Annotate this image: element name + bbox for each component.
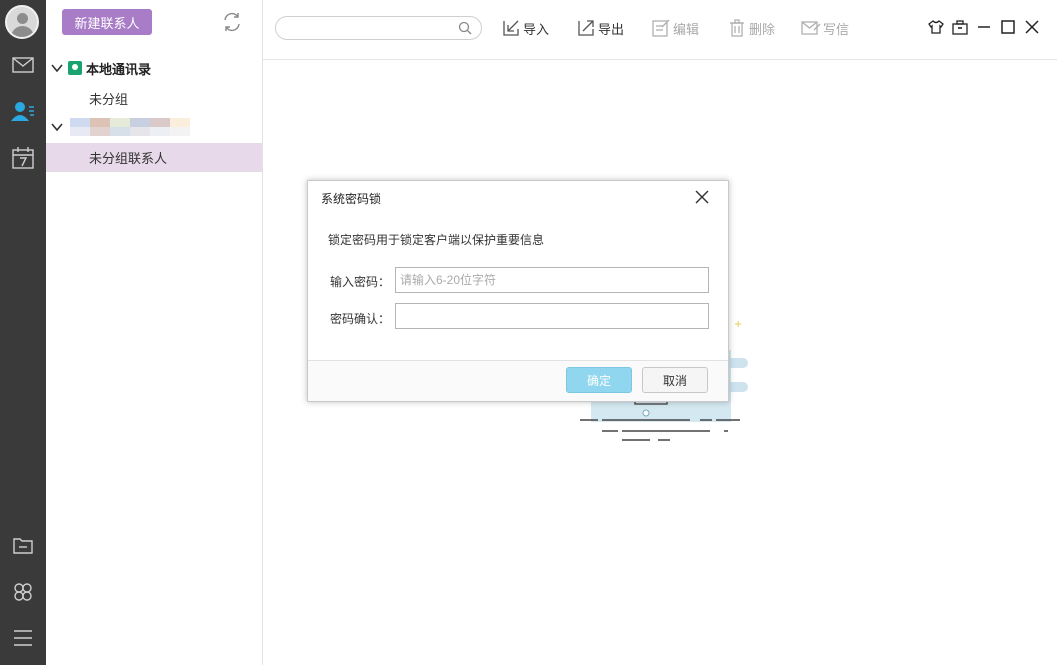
search-input[interactable] [286,17,456,39]
local-addressbook-row[interactable]: 本地通讯录 [46,54,262,82]
toolbar: 导入 导出 编辑 删除 写信 [263,0,1057,60]
group-label: 未分组联系人 [89,152,168,167]
svg-text:+: + [734,319,742,330]
export-icon [578,20,594,36]
edit-label: 编辑 [673,22,700,38]
minimize-icon[interactable] [975,18,993,36]
account-addressbook-row[interactable] [46,113,262,141]
dialog-footer: 确定 取消 [308,360,728,401]
contacts-panel: 新建联系人 本地通讯录 未分组 未分组联系人 [46,0,263,665]
ok-button[interactable]: 确定 [566,367,632,393]
calendar-icon[interactable] [0,138,46,178]
group-label: 未分组 [89,92,129,108]
export-label: 导出 [598,22,625,38]
folder-icon[interactable] [0,525,46,565]
edit-button[interactable]: 编辑 [651,17,699,39]
close-icon[interactable] [693,188,711,206]
avatar[interactable] [5,5,39,39]
contacts-icon[interactable] [0,92,46,132]
dialog-description: 锁定密码用于锁定客户端以保护重要信息 [328,233,545,247]
nav-rail [0,0,46,665]
chevron-down-icon[interactable] [50,120,64,134]
new-contact-button[interactable]: 新建联系人 [62,9,152,35]
apps-icon[interactable] [0,572,46,612]
import-button[interactable]: 导入 [501,17,549,39]
refresh-icon[interactable] [221,11,243,33]
dialog-title: 系统密码锁 [321,192,382,206]
confirm-password-label: 密码确认： [330,312,391,326]
edit-icon [652,19,670,37]
group-row-ungrouped-contacts[interactable]: 未分组联系人 [46,143,262,172]
password-input[interactable] [395,267,709,293]
addressbook-icon [68,61,82,75]
delete-button[interactable]: 删除 [727,17,775,39]
password-label: 输入密码： [330,275,391,289]
search-icon[interactable] [458,21,472,35]
write-mail-label: 写信 [823,22,850,38]
write-mail-icon [801,21,821,35]
maximize-icon[interactable] [999,18,1017,36]
redacted-account-name [70,118,190,136]
write-mail-button[interactable]: 写信 [801,17,849,39]
search-box[interactable] [275,16,482,40]
delete-label: 删除 [749,22,776,38]
import-icon [503,20,519,36]
trash-icon [730,19,744,37]
password-lock-dialog: 系统密码锁 锁定密码用于锁定客户端以保护重要信息 输入密码： 密码确认： 确定 … [307,180,729,402]
export-button[interactable]: 导出 [576,17,624,39]
import-label: 导入 [523,22,550,38]
local-addressbook-label: 本地通讯录 [86,62,152,78]
group-row-ungrouped[interactable]: 未分组 [46,84,262,112]
menu-icon[interactable] [0,618,46,658]
chevron-down-icon[interactable] [50,61,64,75]
close-icon[interactable] [1023,18,1041,36]
confirm-password-input[interactable] [395,303,709,329]
briefcase-icon[interactable] [951,18,969,36]
mail-icon[interactable] [0,45,46,85]
skin-icon[interactable] [927,18,945,36]
cancel-button[interactable]: 取消 [642,367,708,393]
